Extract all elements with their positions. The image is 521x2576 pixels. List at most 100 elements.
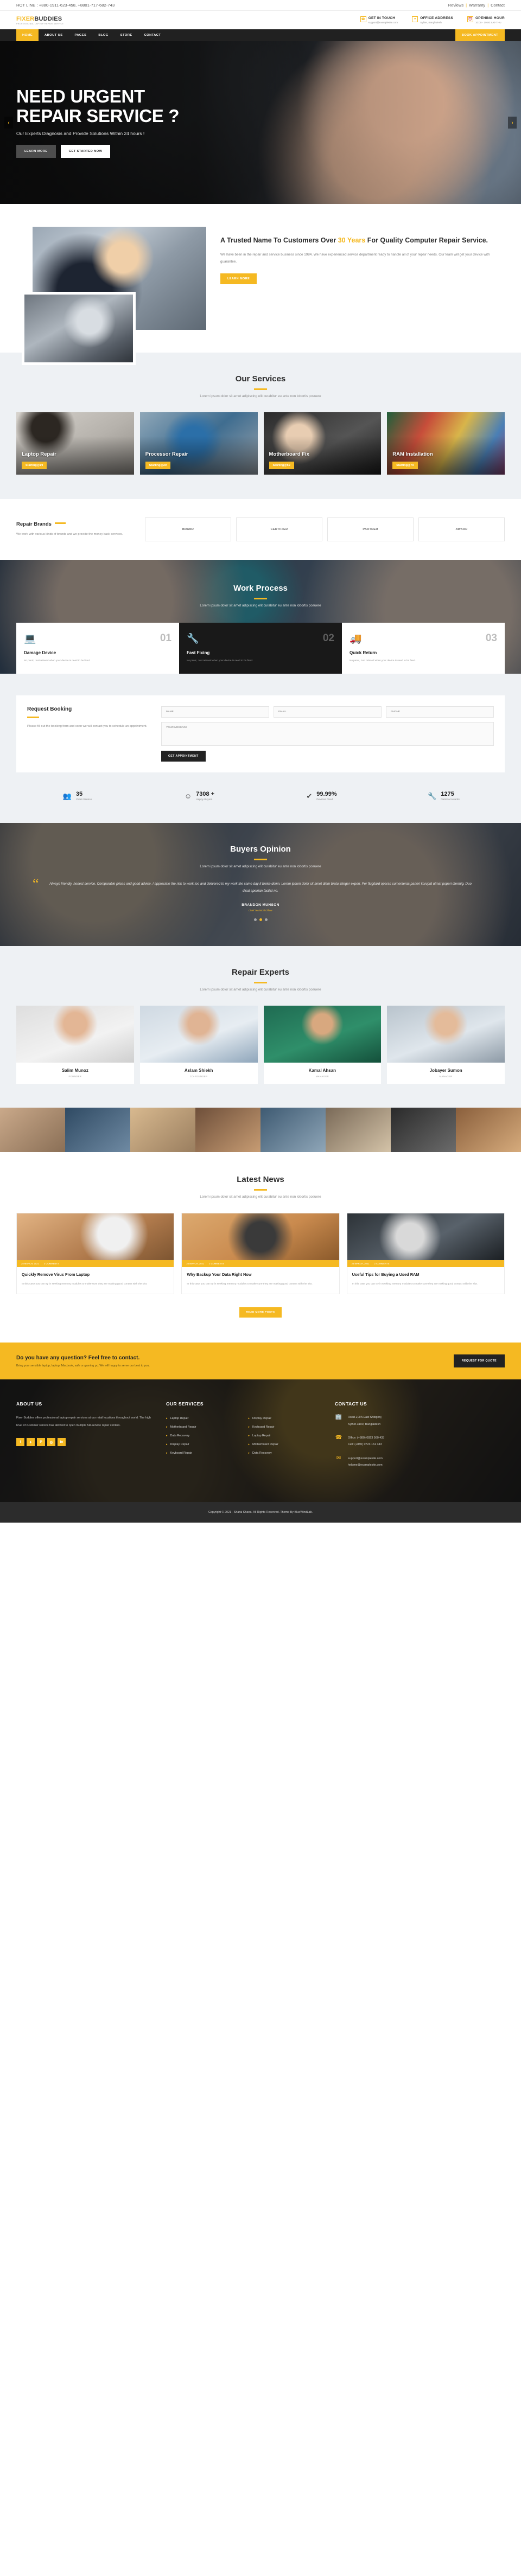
list-item[interactable]: Display Repair xyxy=(249,1414,321,1423)
news-comments: 2 COMMENTS xyxy=(374,1262,390,1265)
counters-section: 👥 35 Years Service ☺ 7308 + Happy Buyers ✔… xyxy=(0,791,521,823)
expert-card[interactable]: Aslam Shiekh CO-FOUNDER xyxy=(139,1006,258,1084)
chevron-left-icon[interactable]: ‹ xyxy=(4,117,13,129)
testimonial-pagination xyxy=(49,918,472,922)
service-name: Laptop Repair xyxy=(22,451,56,457)
booking-section: Request Booking Please fill out the book… xyxy=(0,674,521,791)
list-item[interactable]: Data Recovery xyxy=(249,1449,321,1458)
counter-number: 99.99% xyxy=(316,791,337,798)
list-item[interactable]: Motherboard Repair xyxy=(249,1440,321,1449)
logo-text-secondary: BUDDIES xyxy=(34,16,62,22)
gallery-image[interactable] xyxy=(0,1108,65,1153)
logo[interactable]: FIXERBUDDIES PROFESSIONAL LAPTOP REPAIR … xyxy=(16,16,114,25)
hero-learn-more-button[interactable]: LEARN MORE xyxy=(16,145,56,158)
work-step-text: No panic, Just relaxed when your device … xyxy=(24,659,91,662)
service-price-badge: Starting@29 xyxy=(145,462,171,469)
expert-name: Kamal Ahsan xyxy=(308,1068,336,1073)
booking-email-input[interactable] xyxy=(274,706,382,718)
counter-label: Devices Fixed xyxy=(316,798,333,802)
linkedin-icon[interactable]: in xyxy=(58,1438,66,1447)
email-help[interactable]: helpme@examplesite.com xyxy=(348,1462,383,1468)
about-body-text: We have been in the repair and service b… xyxy=(220,253,490,264)
news-post-title: Useful Tips for Buying a Used RAM xyxy=(352,1272,420,1277)
social-links: f ✦ P ◎ in xyxy=(16,1438,152,1447)
gallery-image[interactable] xyxy=(130,1108,195,1153)
booking-message-input[interactable] xyxy=(161,722,494,746)
gallery-image[interactable] xyxy=(391,1108,456,1153)
work-step-title: Fast Fixing xyxy=(187,650,210,655)
divider: | xyxy=(487,3,489,8)
gallery-image[interactable] xyxy=(260,1108,326,1153)
gallery-image[interactable] xyxy=(195,1108,260,1153)
gallery-image[interactable] xyxy=(65,1108,130,1153)
nav-item-about-us[interactable]: ABOUT US xyxy=(39,29,68,41)
footer-services-column: OUR SERVICES Laptop Repair Motherboard R… xyxy=(166,1401,321,1476)
news-card[interactable]: 25 MARCH, 2021 2 COMMENTS Quickly Remove … xyxy=(16,1213,175,1295)
about-learn-more-button[interactable]: LEARN MORE xyxy=(220,273,257,284)
email-support[interactable]: support@examplesite.com xyxy=(348,1455,383,1462)
news-post-excerpt: In this case you can try in seeking memo… xyxy=(187,1283,313,1286)
service-card[interactable]: Processor Repair Starting@29 xyxy=(139,412,258,475)
list-item[interactable]: Keyboard Repair xyxy=(249,1423,321,1431)
top-link-reviews[interactable]: Reviews xyxy=(448,3,463,8)
list-item[interactable]: Motherboard Repair xyxy=(166,1423,239,1431)
book-appointment-button[interactable]: BOOK APPOINTMENT xyxy=(455,29,505,41)
nav-item-home[interactable]: HOME xyxy=(16,29,39,41)
expert-card[interactable]: Salim Munoz FOUNDER xyxy=(16,1006,134,1084)
nav-item-store[interactable]: STORE xyxy=(115,29,138,41)
brands-title-text: Repair Brands xyxy=(16,521,52,528)
service-card[interactable]: RAM Installation Starting@79 xyxy=(387,412,505,475)
request-quote-button[interactable]: REQUEST FOR QUOTE xyxy=(453,1354,505,1368)
service-card[interactable]: Laptop Repair Starting@19 xyxy=(16,412,134,475)
nav-item-pages[interactable]: PAGES xyxy=(68,29,92,41)
expert-card[interactable]: Kamal Ahsan MANAGER xyxy=(263,1006,382,1084)
pagination-dot[interactable] xyxy=(253,918,257,922)
footer-contact-email: ✉ support@examplesite.com helpme@examples… xyxy=(335,1455,505,1469)
footer-services-list-2: Display Repair Keyboard Repair Laptop Re… xyxy=(249,1414,321,1458)
nav-item-contact[interactable]: CONTACT xyxy=(138,29,167,41)
gallery-image[interactable] xyxy=(456,1108,521,1153)
list-item[interactable]: Data Recovery xyxy=(166,1431,239,1440)
pagination-dot-active[interactable] xyxy=(259,918,262,922)
list-item[interactable]: Laptop Repair xyxy=(166,1414,239,1423)
header-block-sub: support@examplesite.com xyxy=(368,21,398,24)
twitter-icon[interactable]: ✦ xyxy=(27,1438,35,1447)
pagination-dot[interactable] xyxy=(264,918,268,922)
experts-title: Repair Experts xyxy=(232,968,289,977)
brand-logo[interactable]: PARTNER xyxy=(327,517,414,541)
brand-logo[interactable]: CERTIFIED xyxy=(236,517,322,541)
top-link-contact[interactable]: Contact xyxy=(491,3,505,8)
list-item[interactable]: Display Repair xyxy=(166,1440,239,1449)
booking-submit-button[interactable]: GET APPOINTMENT xyxy=(161,751,206,762)
list-item[interactable]: Laptop Repair xyxy=(249,1431,321,1440)
booking-phone-input[interactable] xyxy=(386,706,494,718)
top-link-warranty[interactable]: Warranty xyxy=(469,3,485,8)
read-more-posts-button[interactable]: READ MORE POSTS xyxy=(239,1307,282,1318)
service-name: Processor Repair xyxy=(145,451,188,457)
instagram-icon[interactable]: ◎ xyxy=(47,1438,55,1447)
nav-item-blog[interactable]: BLOG xyxy=(92,29,114,41)
news-card[interactable]: 25 MARCH, 2021 2 COMMENTS Why Backup Your… xyxy=(181,1213,340,1295)
news-card[interactable]: 25 MARCH, 2021 2 COMMENTS Useful Tips for… xyxy=(346,1213,505,1295)
phone-office[interactable]: Office: (+880) 0823 560 433 xyxy=(348,1435,384,1441)
about-image-secondary xyxy=(22,292,136,365)
laptop-icon: 💻 xyxy=(24,633,36,644)
chevron-right-icon[interactable]: › xyxy=(508,117,517,129)
about-heading-pre: A Trusted Name To Customers Over xyxy=(220,236,338,244)
booking-name-input[interactable] xyxy=(161,706,269,718)
facebook-icon[interactable]: f xyxy=(16,1438,24,1447)
news-post-excerpt: In this case you can try in seeking memo… xyxy=(352,1283,478,1286)
header-info: ☎ GET IN TOUCH support@examplesite.com ● … xyxy=(114,16,505,24)
brand-logo[interactable]: AWARD xyxy=(418,517,505,541)
hero-get-started-button[interactable]: GET STARTED NOW xyxy=(60,145,111,158)
expert-card[interactable]: Jobayer Sumon MANAGER xyxy=(387,1006,505,1084)
list-item[interactable]: Keyboard Repair xyxy=(166,1449,239,1458)
hero-title-line1: NEED URGENT xyxy=(16,86,145,106)
phone-cell[interactable]: Cell: (+880) 0723 161 343 xyxy=(348,1441,384,1448)
divider xyxy=(254,1189,267,1191)
service-card[interactable]: Motherboard Fix Starting@59 xyxy=(263,412,382,475)
brand-logo[interactable]: BRAND xyxy=(145,517,231,541)
building-icon: 🏢 xyxy=(335,1414,342,1421)
gallery-image[interactable] xyxy=(326,1108,391,1153)
pinterest-icon[interactable]: P xyxy=(37,1438,45,1447)
